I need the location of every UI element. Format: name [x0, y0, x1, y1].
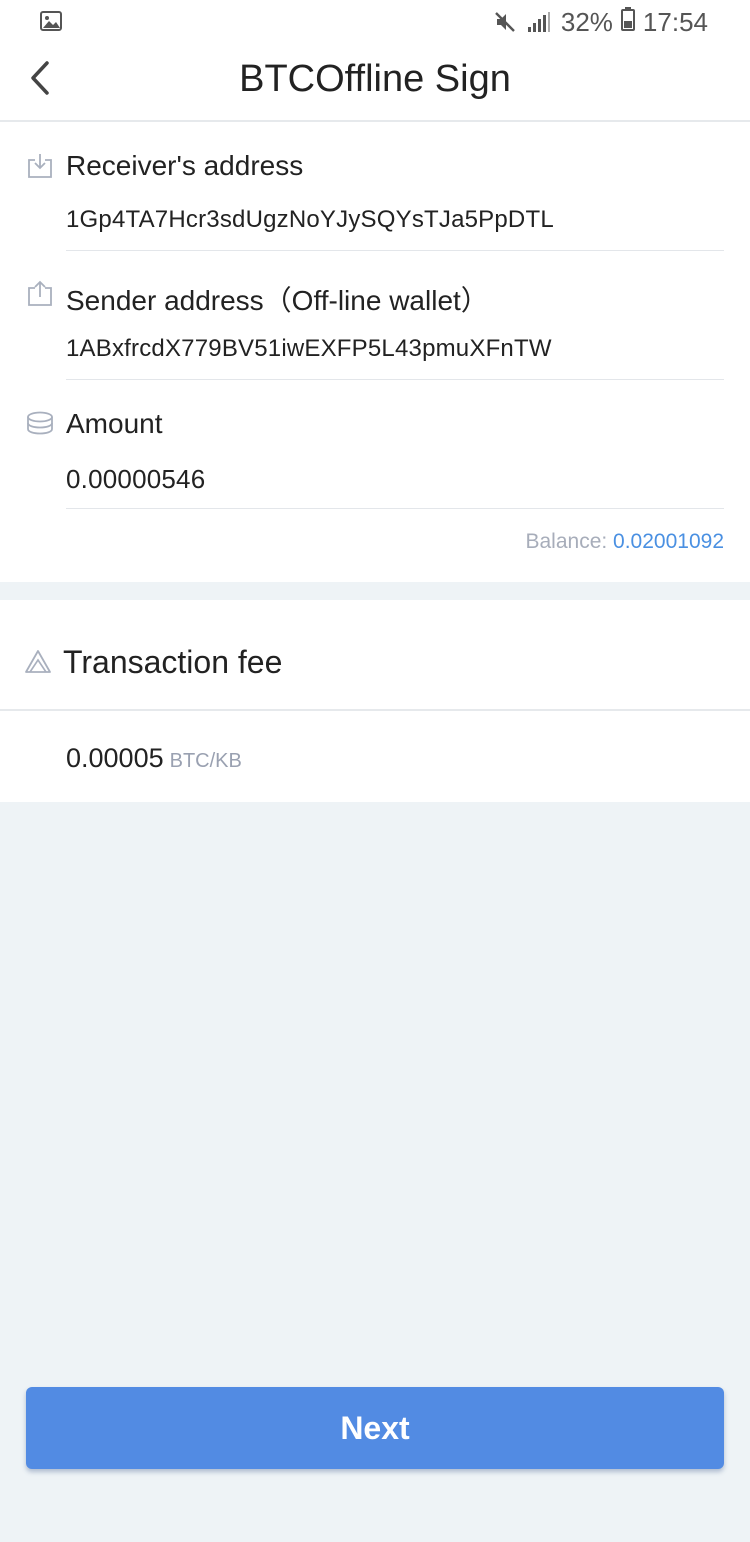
receiver-address-input[interactable]: 1Gp4TA7Hcr3sdUgzNoYJySQYsTJa5PpDTL [66, 206, 554, 234]
mute-icon [493, 10, 517, 34]
amount-input[interactable]: 0.00000546 [66, 464, 205, 495]
balance-label: Balance: [525, 530, 614, 553]
divider [66, 508, 724, 509]
sender-address-input[interactable]: 1ABxfrcdX779BV51iwEXFP5L43pmuXFnTW [66, 335, 552, 363]
fee-input[interactable]: 0.00005 BTC/KB [66, 743, 242, 774]
balance-value[interactable]: 0.02001092 [613, 530, 724, 553]
download-icon [26, 152, 54, 180]
divider [66, 250, 724, 251]
signal-icon [527, 11, 551, 33]
fee-value: 0.00005 [66, 743, 164, 773]
sender-label: Sender address（Off-line wallet） [66, 285, 489, 316]
page-title: BTCOffline Sign [239, 58, 511, 100]
fee-header: Transaction fee [0, 600, 750, 711]
fee-unit: BTC/KB [169, 750, 242, 772]
status-right: 32% 17:54 [493, 6, 708, 38]
fee-title: Transaction fee [63, 644, 283, 680]
battery-icon [620, 6, 635, 38]
status-bar: 32% 17:54 [0, 0, 750, 44]
receiver-label: Receiver's address [66, 150, 304, 181]
coins-icon [26, 410, 54, 438]
transfer-form: Receiver's address 1Gp4TA7Hcr3sdUgzNoYJy… [0, 122, 750, 582]
status-time: 17:54 [642, 6, 708, 37]
fee-section: Transaction fee 0.00005 BTC/KB [0, 600, 750, 802]
battery-percent: 32% [560, 6, 613, 37]
upload-icon [26, 280, 54, 308]
balance-text: Balance: 0.02001092 [525, 530, 724, 554]
fee-triangle-icon [24, 648, 52, 676]
gallery-icon [40, 11, 62, 31]
next-button[interactable]: Next [26, 1387, 724, 1469]
divider [66, 379, 724, 380]
nav-bar: BTCOffline Sign [0, 44, 750, 122]
amount-label: Amount [66, 408, 163, 439]
